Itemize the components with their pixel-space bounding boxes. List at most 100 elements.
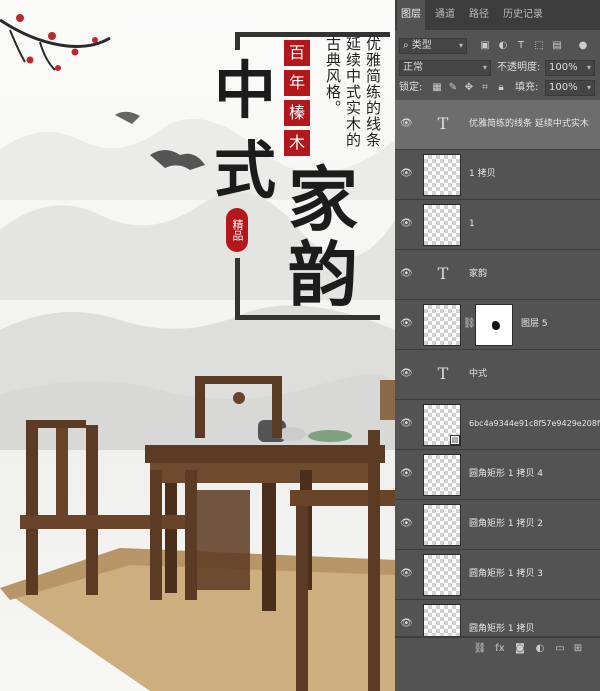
visibility-eye-icon[interactable]: 👁︎: [400, 369, 414, 379]
blend-mode-label: 正常: [403, 62, 423, 73]
lock-image-icon[interactable]: ✎: [447, 82, 459, 94]
layer-style-fx-icon[interactable]: fx: [493, 642, 507, 656]
seal-char: 木: [284, 130, 310, 156]
chevron-down-icon: ▾: [458, 41, 463, 50]
layer-row[interactable]: 👁︎ 1 拷贝: [395, 150, 600, 200]
layer-row[interactable]: 👁︎ ⛓ 图层 5: [395, 300, 600, 350]
mask-shape: [492, 321, 500, 330]
visibility-eye-icon[interactable]: 👁︎: [400, 119, 414, 129]
layer-name[interactable]: 圆角矩形 1 拷贝: [469, 622, 534, 636]
tab-channels[interactable]: 通道: [431, 0, 459, 30]
layer-row[interactable]: 👁︎ 圆角矩形 1 拷贝 3: [395, 550, 600, 600]
layer-row[interactable]: 👁︎ T 家韵: [395, 250, 600, 300]
headline-char-zhong: 中: [214, 54, 277, 127]
chevron-down-icon: ▾: [586, 83, 591, 92]
layer-list[interactable]: 👁︎ T 优雅简练的线条 延续中式实木 👁︎ 1 拷贝 👁︎ 1 👁︎ T 家韵…: [395, 100, 600, 637]
text-layer-icon: T: [437, 114, 449, 133]
headline-char-jia: 家: [288, 158, 358, 241]
new-group-icon[interactable]: ▭: [553, 642, 567, 656]
add-mask-icon[interactable]: ◙: [513, 642, 527, 656]
layer-thumbnail: [423, 154, 461, 196]
chevron-down-icon: ▾: [586, 63, 591, 72]
link-layers-icon[interactable]: ⛓: [473, 642, 487, 656]
lock-label: 锁定:: [399, 82, 423, 93]
layer-thumbnail: [423, 304, 461, 346]
text-layer-icon: T: [437, 364, 449, 383]
lock-row: 锁定: ▦ ✎ ✥ ⌗ 🔒︎ 填充: 100% ▾: [395, 80, 600, 102]
layer-name[interactable]: 圆角矩形 1 拷贝 3: [469, 567, 543, 581]
layer-name[interactable]: 1 拷贝: [469, 167, 496, 181]
panel-tab-bar: 图层 通道 路径 历史记录: [395, 0, 600, 30]
visibility-eye-icon[interactable]: 👁︎: [400, 419, 414, 429]
smart-object-badge-icon: ▤: [450, 435, 460, 445]
poem-column-3: 古典风格。: [324, 36, 342, 116]
layer-row[interactable]: 👁︎ 1: [395, 200, 600, 250]
layer-name[interactable]: 1: [469, 217, 475, 231]
visibility-eye-icon[interactable]: 👁︎: [400, 619, 414, 629]
type-filter-icon[interactable]: T: [515, 40, 527, 52]
lock-artboard-icon[interactable]: ⌗: [479, 82, 491, 94]
fill-field[interactable]: 100% ▾: [545, 80, 595, 96]
filter-toggle-icon[interactable]: ●: [577, 40, 589, 52]
lock-transparent-icon[interactable]: ▦: [431, 82, 443, 94]
title-frame-left-lower: [235, 258, 240, 316]
layer-row[interactable]: 👁︎ ▤ 6bc4a9344e91c8f57e9429e208f0: [395, 400, 600, 450]
visibility-eye-icon[interactable]: 👁︎: [400, 469, 414, 479]
tab-paths[interactable]: 路径: [465, 0, 493, 30]
layer-row[interactable]: 👁︎ 圆角矩形 1 拷贝: [395, 600, 600, 637]
blend-row: 正常 ▾ 不透明度: 100% ▾: [395, 58, 600, 80]
seal-char: 榛: [284, 100, 310, 126]
layers-panel: 图层 通道 路径 历史记录 ⌕ 类型 ▾ ▣ ◐ T ⬚ ▤ ● 正常 ▾ 不透明度…: [395, 0, 600, 691]
layer-name[interactable]: 圆角矩形 1 拷贝 4: [469, 467, 543, 481]
opacity-field[interactable]: 100% ▾: [545, 60, 595, 76]
visibility-eye-icon[interactable]: 👁︎: [400, 569, 414, 579]
opacity-value: 100%: [549, 62, 578, 73]
tab-layers[interactable]: 图层: [397, 0, 425, 30]
poem-column-2: 延续中式实木的: [344, 36, 362, 148]
layer-row[interactable]: 👁︎ T 优雅简练的线条 延续中式实木: [395, 100, 600, 150]
blend-mode-dropdown[interactable]: 正常 ▾: [399, 60, 491, 76]
document-canvas[interactable]: 中 式 家 韵 百 年 榛 木 精品 优雅简练的线条 延续中式实木的 古典风格。: [0, 0, 395, 691]
layer-name[interactable]: 图层 5: [521, 317, 548, 331]
layer-row[interactable]: 👁︎ T 中式: [395, 350, 600, 400]
lock-position-icon[interactable]: ✥: [463, 82, 475, 94]
visibility-eye-icon[interactable]: 👁︎: [400, 219, 414, 229]
opacity-label: 不透明度:: [497, 62, 541, 73]
layer-name[interactable]: 家韵: [469, 267, 487, 281]
smart-object-filter-icon[interactable]: ▤: [551, 40, 563, 52]
layer-thumbnail: ▤: [423, 404, 461, 446]
layer-name[interactable]: 圆角矩形 1 拷贝 2: [469, 517, 543, 531]
tab-history[interactable]: 历史记录: [499, 0, 547, 30]
layer-thumbnail: [423, 504, 461, 546]
layer-thumbnail: [423, 554, 461, 596]
visibility-eye-icon[interactable]: 👁︎: [400, 319, 414, 329]
adjustment-layer-icon[interactable]: ◐: [533, 642, 547, 656]
layer-name[interactable]: 优雅简练的线条 延续中式实木: [469, 117, 589, 131]
shape-filter-icon[interactable]: ⬚: [533, 40, 545, 52]
headline-char-shi: 式: [214, 134, 277, 207]
filter-kind-label: 类型: [411, 40, 432, 51]
visibility-eye-icon[interactable]: 👁︎: [400, 269, 414, 279]
visibility-eye-icon[interactable]: 👁︎: [400, 169, 414, 179]
fill-label: 填充:: [515, 82, 539, 93]
new-layer-icon[interactable]: ⊞: [571, 642, 585, 656]
filter-row: ⌕ 类型 ▾ ▣ ◐ T ⬚ ▤ ●: [395, 36, 600, 58]
layer-name[interactable]: 中式: [469, 367, 487, 381]
text-layer-icon: T: [437, 264, 449, 283]
adjustment-filter-icon[interactable]: ◐: [497, 40, 509, 52]
pixel-filter-icon[interactable]: ▣: [479, 40, 491, 52]
link-chain-icon[interactable]: ⛓: [463, 318, 476, 329]
layer-row[interactable]: 👁︎ 圆角矩形 1 拷贝 4: [395, 450, 600, 500]
chevron-down-icon: ▾: [482, 63, 487, 72]
poem-column-1: 优雅简练的线条: [364, 36, 382, 148]
seal-char: 年: [284, 70, 310, 96]
layer-row[interactable]: 👁︎ 圆角矩形 1 拷贝 2: [395, 500, 600, 550]
layer-name[interactable]: 6bc4a9344e91c8f57e9429e208f0: [469, 417, 600, 431]
filter-kind-dropdown[interactable]: ⌕ 类型 ▾: [399, 38, 467, 54]
visibility-eye-icon[interactable]: 👁︎: [400, 519, 414, 529]
layer-mask-thumbnail[interactable]: [475, 304, 513, 346]
title-frame-left: [235, 32, 240, 50]
badge-jingpin: 精品: [226, 208, 248, 252]
lock-all-icon[interactable]: 🔒︎: [495, 82, 507, 94]
headline-char-yun: 韵: [288, 233, 358, 316]
